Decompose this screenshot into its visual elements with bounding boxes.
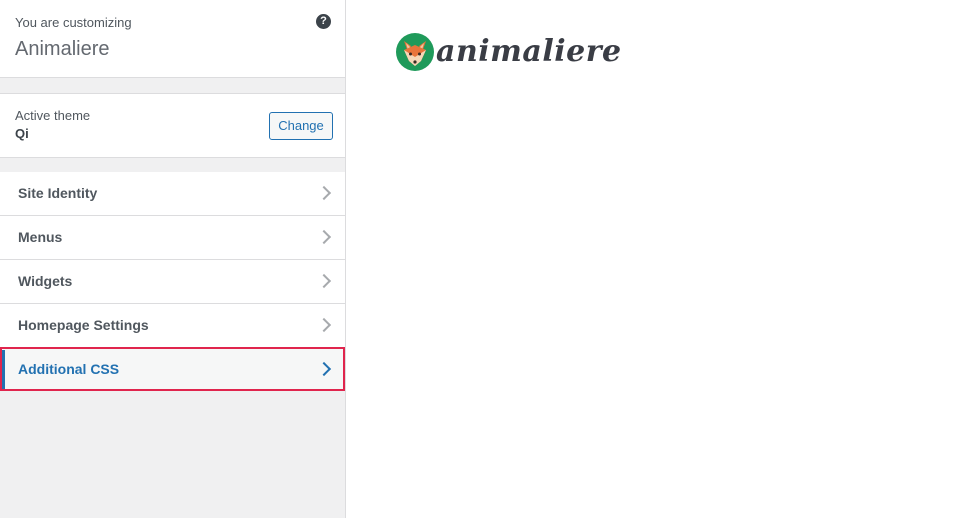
menu-item-site-identity[interactable]: Site Identity xyxy=(0,172,345,215)
menu-item-widgets[interactable]: Widgets xyxy=(0,259,345,303)
menu-item-additional-css[interactable]: Additional CSS xyxy=(0,347,345,391)
change-theme-button[interactable]: Change xyxy=(269,112,333,140)
menu-item-label: Site Identity xyxy=(18,185,98,201)
menu-item-label: Additional CSS xyxy=(18,361,120,377)
active-theme-name: Qi xyxy=(15,126,29,141)
menu-item-label: Homepage Settings xyxy=(18,317,149,333)
menu-item-menus[interactable]: Menus xyxy=(0,215,345,259)
site-logo[interactable]: animaliere xyxy=(396,33,622,71)
active-theme-section: Active theme Qi Change xyxy=(0,93,345,158)
menu-item-label: Widgets xyxy=(18,273,73,289)
chevron-right-icon xyxy=(316,273,332,289)
chevron-right-icon xyxy=(316,229,332,245)
question-circle-icon[interactable]: ? xyxy=(316,14,331,29)
chevron-right-icon xyxy=(316,185,332,201)
customizing-label: You are customizing xyxy=(15,15,132,30)
customizer-info: You are customizing Animaliere ? xyxy=(0,0,345,78)
customizer-menu: Site Identity Menus Widgets Homepage Set… xyxy=(0,172,345,391)
fox-logo-icon xyxy=(396,33,434,71)
active-theme-label: Active theme xyxy=(15,108,91,123)
menu-item-homepage-settings[interactable]: Homepage Settings xyxy=(0,303,345,347)
menu-item-label: Menus xyxy=(18,229,63,245)
logo-text: animaliere xyxy=(436,34,622,69)
customizer-sidebar: You are customizing Animaliere ? Active … xyxy=(0,0,346,518)
chevron-right-icon xyxy=(316,317,332,333)
site-title: Animaliere xyxy=(15,38,110,60)
chevron-right-icon xyxy=(316,361,332,377)
